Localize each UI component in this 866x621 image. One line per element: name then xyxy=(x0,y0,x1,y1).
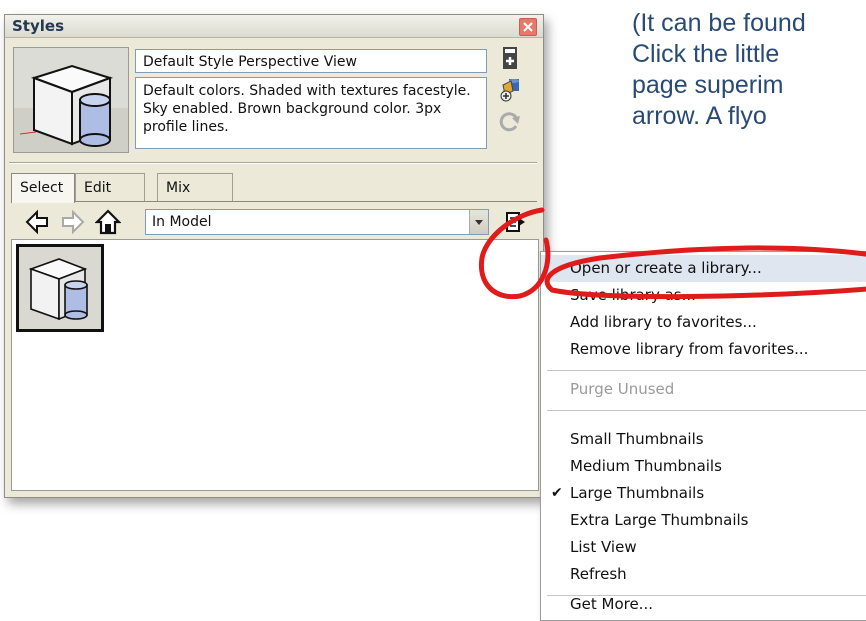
instruction-line: arrow. A flyo xyxy=(632,102,767,130)
style-thumbnail[interactable] xyxy=(16,244,104,332)
instruction-line xyxy=(632,0,866,8)
menu-item-purge-unused: Purge Unused xyxy=(570,380,675,398)
menu-item-large-thumbnails[interactable]: ✔ Large Thumbnails xyxy=(541,480,866,507)
tab-edit[interactable]: Edit xyxy=(75,173,145,201)
menu-item-remove-from-favorites[interactable]: Remove library from favorites... xyxy=(541,336,866,363)
tab-mix[interactable]: Mix xyxy=(157,173,233,201)
details-flyout-menu: Open or create a library... Save library… xyxy=(540,251,866,621)
navigation-row: In Model xyxy=(11,207,537,239)
chevron-down-icon[interactable] xyxy=(469,210,488,234)
details-icon[interactable] xyxy=(501,209,527,235)
style-preview-thumbnail xyxy=(13,47,129,153)
collection-select-value: In Model xyxy=(152,214,212,230)
panel-divider xyxy=(9,162,537,164)
home-icon[interactable] xyxy=(95,209,121,235)
instruction-line: Click the little xyxy=(632,40,780,68)
close-icon xyxy=(523,22,533,32)
menu-item-open-library[interactable]: Open or create a library... xyxy=(541,255,866,282)
refresh-icon[interactable] xyxy=(497,109,523,135)
checkmark-icon: ✔ xyxy=(551,485,563,501)
panel-title: Styles xyxy=(12,17,64,35)
library-pane xyxy=(11,239,539,491)
menu-item-get-more[interactable]: Get More... xyxy=(541,591,866,618)
update-style-icon[interactable] xyxy=(497,77,523,103)
instruction-line: page superim xyxy=(632,71,784,99)
create-style-icon[interactable] xyxy=(497,45,523,71)
styles-panel: Styles Default Style Perspective View De… xyxy=(4,14,544,498)
menu-item-medium-thumbnails[interactable]: Medium Thumbnails xyxy=(541,453,866,480)
menu-item-label: Large Thumbnails xyxy=(570,484,705,502)
menu-item-refresh[interactable]: Refresh xyxy=(541,561,866,588)
back-arrow-icon[interactable] xyxy=(25,209,51,235)
menu-item-extra-large-thumbnails[interactable]: Extra Large Thumbnails xyxy=(541,507,866,534)
instruction-line: (It can be found xyxy=(632,9,806,37)
collection-select[interactable]: In Model xyxy=(145,209,489,235)
style-name-field[interactable]: Default Style Perspective View xyxy=(135,49,487,73)
menu-separator xyxy=(547,370,866,371)
forward-arrow-icon[interactable] xyxy=(59,209,85,235)
menu-item-list-view[interactable]: List View xyxy=(541,534,866,561)
menu-item-add-to-favorites[interactable]: Add library to favorites... xyxy=(541,309,866,336)
menu-item-small-thumbnails[interactable]: Small Thumbnails xyxy=(541,426,866,453)
panel-titlebar[interactable]: Styles xyxy=(5,15,543,38)
menu-item-save-library-as[interactable]: Save library as... xyxy=(541,282,866,309)
close-button[interactable] xyxy=(519,18,537,36)
tab-select[interactable]: Select xyxy=(11,173,75,203)
instruction-text: (It can be found Click the little page s… xyxy=(632,0,866,132)
style-description-field[interactable]: Default colors. Shaded with textures fac… xyxy=(135,77,487,149)
menu-separator xyxy=(547,410,866,411)
tab-baseline xyxy=(11,201,537,202)
